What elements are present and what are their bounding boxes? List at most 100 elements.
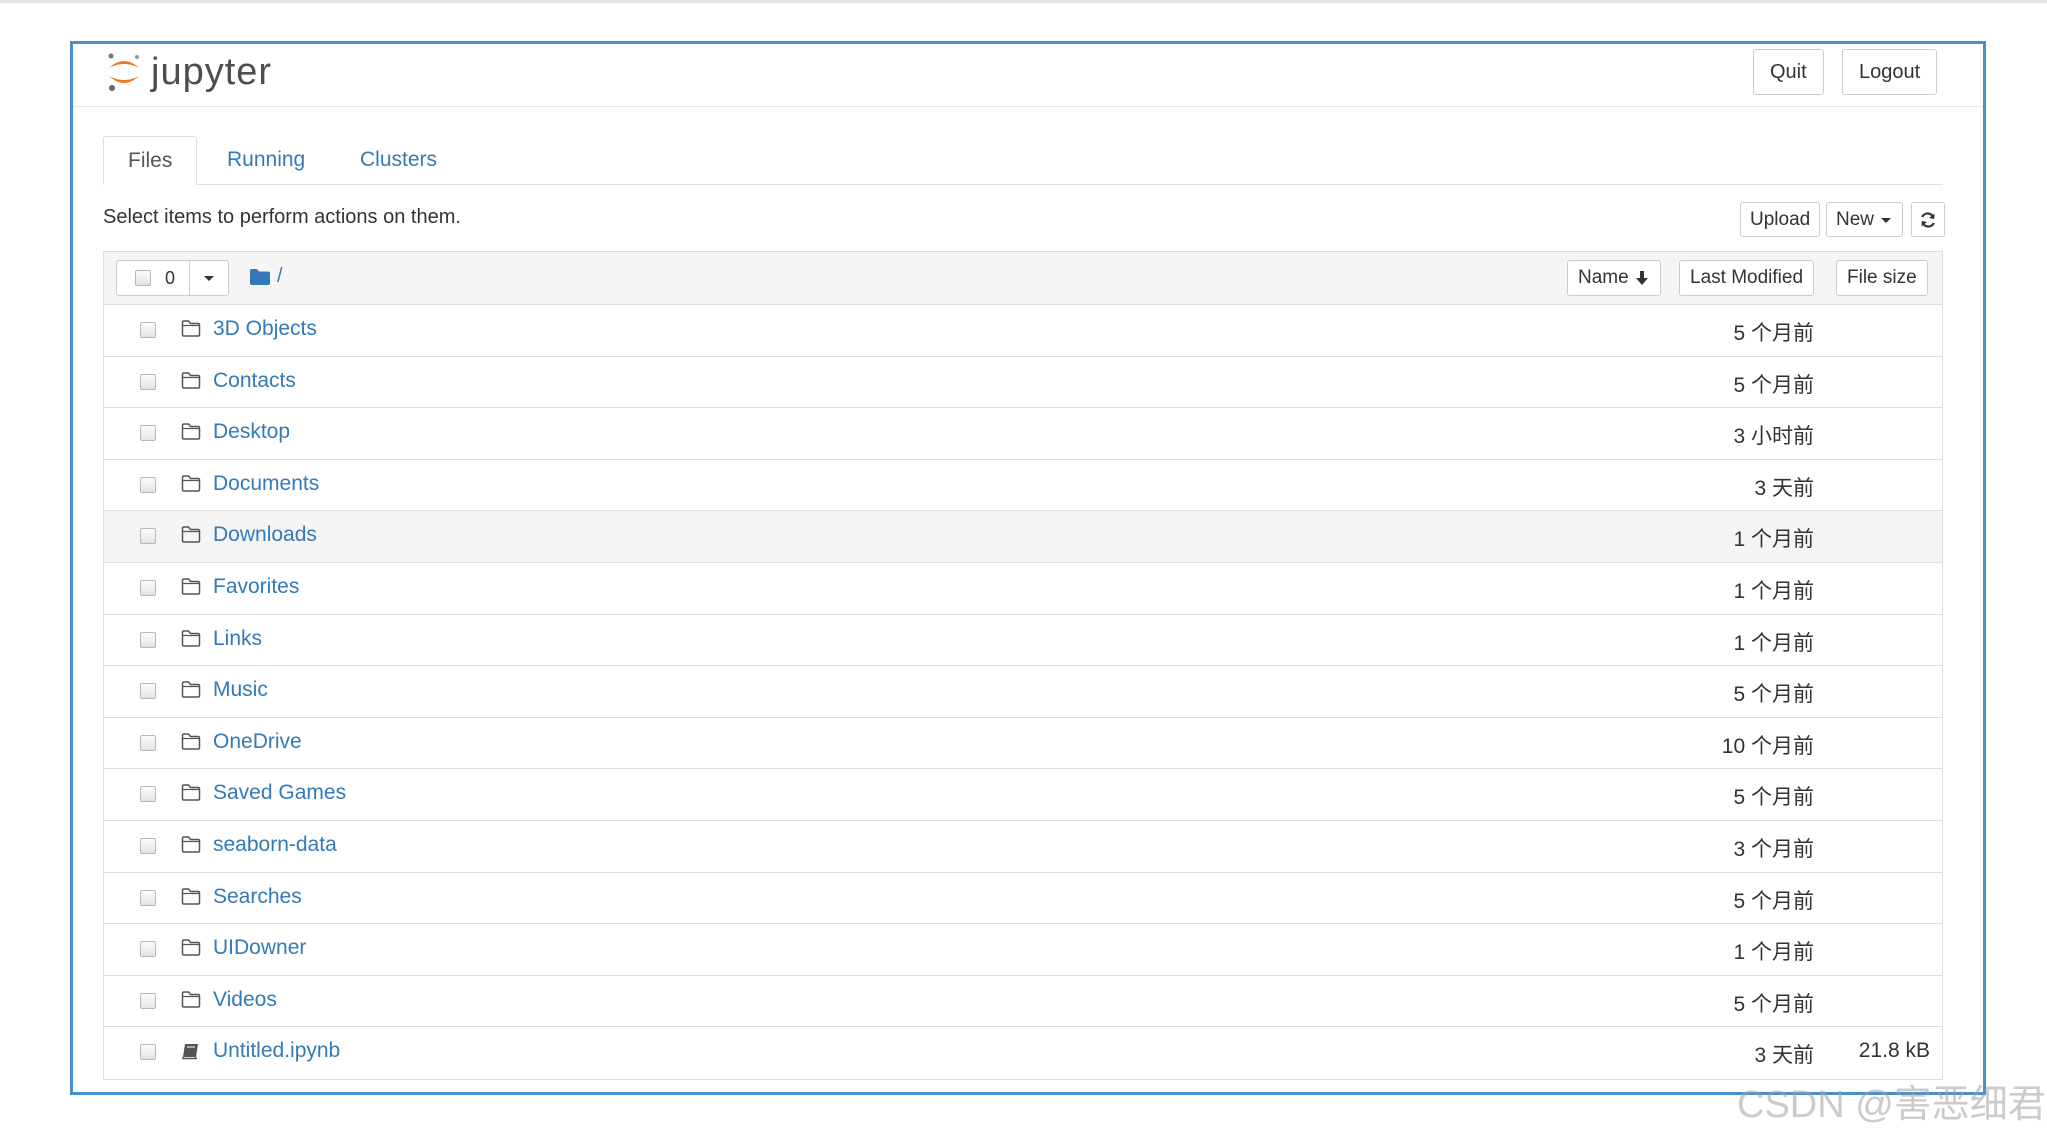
logout-button[interactable]: Logout xyxy=(1842,49,1938,95)
item-checkbox[interactable] xyxy=(140,322,156,338)
refresh-button[interactable] xyxy=(1911,202,1945,237)
upload-button[interactable]: Upload xyxy=(1740,202,1821,237)
list-item[interactable]: Documents 3 天前 xyxy=(104,459,1942,512)
sort-modified-label: Last Modified xyxy=(1690,267,1804,288)
item-modified: 5 个月前 xyxy=(1733,373,1814,397)
list-item[interactable]: OneDrive 10 个月前 xyxy=(104,717,1942,770)
breadcrumb[interactable]: / xyxy=(249,265,283,288)
folder-icon xyxy=(181,371,201,394)
item-name-link[interactable]: seaborn-data xyxy=(213,833,337,857)
jupyter-logo-icon xyxy=(108,53,139,91)
item-modified: 5 个月前 xyxy=(1733,683,1814,707)
list-item[interactable]: Favorites 1 个月前 xyxy=(104,562,1942,615)
item-modified: 5 个月前 xyxy=(1733,889,1814,913)
item-modified: 1 个月前 xyxy=(1733,631,1814,655)
item-modified: 3 天前 xyxy=(1754,1044,1814,1068)
item-name-link[interactable]: Documents xyxy=(213,472,319,496)
caret-down-icon xyxy=(1881,217,1892,223)
list-item[interactable]: seaborn-data 3 个月前 xyxy=(104,820,1942,873)
selected-count: 0 xyxy=(165,267,176,288)
list-item[interactable]: Untitled.ipynb 3 天前 21.8 kB xyxy=(104,1027,1942,1079)
folder-icon xyxy=(181,475,201,497)
tab-files[interactable]: Files xyxy=(103,136,198,185)
item-name-link[interactable]: Saved Games xyxy=(213,781,346,805)
item-name-link[interactable]: Searches xyxy=(213,885,302,909)
logo-text: jupyter xyxy=(151,50,273,93)
item-modified: 3 天前 xyxy=(1754,476,1814,500)
watermark-text: CSDN @害恶细君 xyxy=(1737,1084,2046,1126)
folder-icon xyxy=(250,268,270,285)
item-name-link[interactable]: 3D Objects xyxy=(213,317,317,341)
sort-name-label: Name xyxy=(1578,267,1629,288)
quit-button[interactable]: Quit xyxy=(1753,49,1824,95)
upload-label: Upload xyxy=(1750,208,1811,230)
new-dropdown-button[interactable]: New xyxy=(1826,202,1904,237)
item-name-link[interactable]: Favorites xyxy=(213,575,299,599)
item-checkbox[interactable] xyxy=(140,941,156,958)
folder-icon xyxy=(181,836,201,858)
tab-clusters[interactable]: Clusters xyxy=(360,136,437,184)
item-modified: 3 小时前 xyxy=(1733,425,1814,449)
caret-down-icon xyxy=(204,276,215,281)
list-item[interactable]: Videos 5 个月前 xyxy=(104,975,1942,1028)
file-list-rows: 3D Objects 5 个月前 Contacts 5 个月前 Desktop 3 小时前… xyxy=(104,305,1942,1079)
list-item[interactable]: UIDowner 1 个月前 xyxy=(104,924,1942,976)
jupyter-logo[interactable]: jupyter xyxy=(105,50,272,94)
file-list-header: 0 / Name Last Modified File size xyxy=(104,252,1942,305)
item-checkbox[interactable] xyxy=(140,683,156,700)
item-modified: 1 个月前 xyxy=(1733,941,1814,965)
select-all-group: 0 xyxy=(116,260,230,296)
list-item[interactable]: Links 1 个月前 xyxy=(104,614,1942,667)
item-checkbox[interactable] xyxy=(140,734,156,751)
list-item[interactable]: Desktop 3 小时前 xyxy=(104,408,1942,460)
item-size: 21.8 kB xyxy=(1858,1039,1930,1063)
file-list: 0 / Name Last Modified File size 3D Obje… xyxy=(103,251,1943,1080)
item-checkbox[interactable] xyxy=(140,425,156,442)
list-item[interactable]: Music 5 个月前 xyxy=(104,666,1942,718)
item-name-link[interactable]: Desktop xyxy=(213,420,290,444)
breadcrumb-path[interactable]: / xyxy=(277,265,283,288)
select-menu-button[interactable] xyxy=(190,261,228,295)
list-item[interactable]: Saved Games 5 个月前 xyxy=(104,769,1942,821)
folder-icon xyxy=(181,320,201,342)
sort-by-name-button[interactable]: Name xyxy=(1567,260,1661,296)
item-checkbox[interactable] xyxy=(140,889,156,906)
item-checkbox[interactable] xyxy=(140,528,156,545)
item-checkbox[interactable] xyxy=(140,1044,156,1061)
list-item[interactable]: Contacts 5 个月前 xyxy=(104,356,1942,409)
item-checkbox[interactable] xyxy=(140,476,156,493)
list-item[interactable]: Downloads 1 个月前 xyxy=(104,511,1942,563)
item-name-link[interactable]: Music xyxy=(213,678,268,702)
item-checkbox[interactable] xyxy=(140,837,156,854)
sort-by-size-button[interactable]: File size xyxy=(1836,260,1928,296)
folder-icon xyxy=(181,733,201,755)
item-name-link[interactable]: UIDowner xyxy=(213,936,306,960)
sort-by-modified-button[interactable]: Last Modified xyxy=(1679,260,1815,296)
item-checkbox[interactable] xyxy=(140,579,156,596)
folder-icon xyxy=(181,887,201,910)
item-name-link[interactable]: Downloads xyxy=(213,523,317,547)
folder-icon xyxy=(181,578,201,600)
item-name-link[interactable]: Links xyxy=(213,627,262,651)
folder-icon xyxy=(181,784,201,806)
tab-running[interactable]: Running xyxy=(227,136,305,184)
folder-icon xyxy=(181,939,201,961)
item-name-link[interactable]: Contacts xyxy=(213,369,296,393)
folder-icon xyxy=(181,681,201,703)
arrow-down-icon xyxy=(1635,271,1648,285)
item-name-link[interactable]: Videos xyxy=(213,988,277,1012)
notebook-icon xyxy=(181,1042,201,1065)
item-checkbox[interactable] xyxy=(140,631,156,648)
item-name-link[interactable]: Untitled.ipynb xyxy=(213,1039,340,1063)
list-item[interactable]: 3D Objects 5 个月前 xyxy=(104,305,1942,357)
select-all-checkbox[interactable] xyxy=(135,270,151,286)
item-checkbox[interactable] xyxy=(140,786,156,803)
list-item[interactable]: Searches 5 个月前 xyxy=(104,872,1942,925)
item-name-link[interactable]: OneDrive xyxy=(213,730,302,754)
select-all-toggle[interactable]: 0 xyxy=(117,261,191,295)
item-checkbox[interactable] xyxy=(140,373,156,390)
item-checkbox[interactable] xyxy=(140,992,156,1009)
refresh-icon xyxy=(1921,211,1935,228)
header-bar: jupyter Quit Logout xyxy=(73,44,1983,107)
folder-icon xyxy=(181,629,201,652)
